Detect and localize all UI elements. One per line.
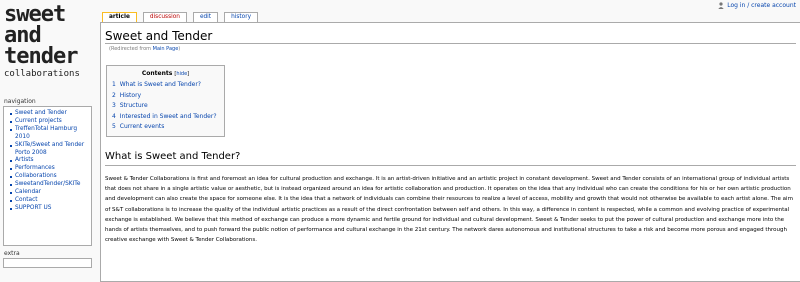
login-label: Log in / create account [727, 2, 796, 9]
logo-line-2: and [4, 23, 42, 48]
toc-hide: [hide] [174, 71, 189, 77]
navigation-portlet: Sweet and Tender Current projects Treffe… [3, 106, 92, 246]
nav-item-sweet-and-tender[interactable]: Sweet and Tender [8, 110, 88, 118]
tab-edit[interactable]: edit [192, 12, 219, 22]
toc-item-number: 4 [112, 112, 116, 120]
toc-header: Contents [hide] [112, 70, 219, 77]
toc-item[interactable]: 1 What is Sweet and Tender? [112, 80, 219, 91]
nav-item-calendar[interactable]: Calendar [8, 189, 88, 197]
redirect-suffix: ) [178, 46, 181, 52]
section-divider [105, 165, 796, 166]
redirect-note: (Redirected from Main Page) [109, 46, 180, 52]
tab-discussion[interactable]: discussion [142, 12, 187, 22]
tab-history[interactable]: history [224, 12, 259, 22]
section-paragraph: Sweet & Tender Collaborations is first a… [105, 176, 793, 244]
toc-item[interactable]: 3 Structure [112, 101, 219, 112]
section-heading: What is Sweet and Tender? [105, 151, 241, 162]
site-logo[interactable]: sweet and tender collaborations [4, 4, 90, 88]
nav-item-treffentotal[interactable]: TreffenTotal Hamburg 2010 [8, 126, 88, 142]
nav-item-current-projects[interactable]: Current projects [8, 118, 88, 126]
page-tabs: article discussion edit history [102, 12, 259, 23]
navigation-heading: navigation [4, 98, 36, 105]
navigation-list: Sweet and Tender Current projects Treffe… [8, 110, 88, 213]
nav-item-sweetandtender-skite[interactable]: SweetandTender/SKITe [8, 181, 88, 189]
nav-item-collaborations[interactable]: Collaborations [8, 173, 88, 181]
title-divider [105, 43, 796, 44]
toc-item-label: Current events [119, 123, 165, 130]
toc-item-number: 2 [112, 91, 116, 99]
extra-heading: extra [4, 250, 20, 257]
page-title: Sweet and Tender [105, 29, 213, 43]
toc-item-number: 1 [112, 81, 116, 88]
logo-line-4: collaborations [4, 69, 80, 79]
redirect-link[interactable]: Main Page [153, 46, 179, 52]
toc-hide-close: ] [187, 71, 190, 77]
extra-portlet [3, 258, 92, 268]
toc-title: Contents [141, 70, 173, 77]
toc-item[interactable]: 5 Current events [112, 122, 219, 133]
toc-item-label: Structure [119, 102, 148, 109]
nav-item-artists[interactable]: Artists [8, 157, 88, 165]
nav-item-skite-porto[interactable]: SKITe/Sweet and Tender Porto 2008 [8, 142, 88, 158]
toc-item[interactable]: 2 History [112, 91, 219, 102]
table-of-contents: Contents [hide] 1 What is Sweet and Tend… [106, 65, 225, 137]
toc-item-label: Interested in Sweet and Tender? [119, 112, 217, 120]
toc-item-number: 3 [112, 102, 116, 109]
nav-item-performances[interactable]: Performances [8, 165, 88, 173]
toc-item-label: What is Sweet and Tender? [119, 81, 201, 88]
nav-item-contact[interactable]: Contact [8, 197, 88, 205]
toc-hide-link[interactable]: hide [176, 71, 187, 77]
redirect-prefix: (Redirected from [109, 46, 153, 52]
logo-line-1: sweet [4, 2, 66, 27]
toc-item-number: 5 [112, 123, 116, 130]
login-link[interactable]: Log in / create account [718, 2, 796, 9]
nav-item-support-us[interactable]: SUPPORT US [8, 205, 88, 213]
toc-item[interactable]: 4 Interested in Sweet and Tender? [112, 112, 219, 123]
content-area: Sweet and Tender (Redirected from Main P… [100, 22, 800, 282]
logo-line-3: tender [4, 44, 78, 69]
user-icon [718, 2, 724, 9]
toc-list: 1 What is Sweet and Tender? 2 History 3 … [112, 80, 219, 133]
toc-item-label: History [119, 91, 142, 99]
